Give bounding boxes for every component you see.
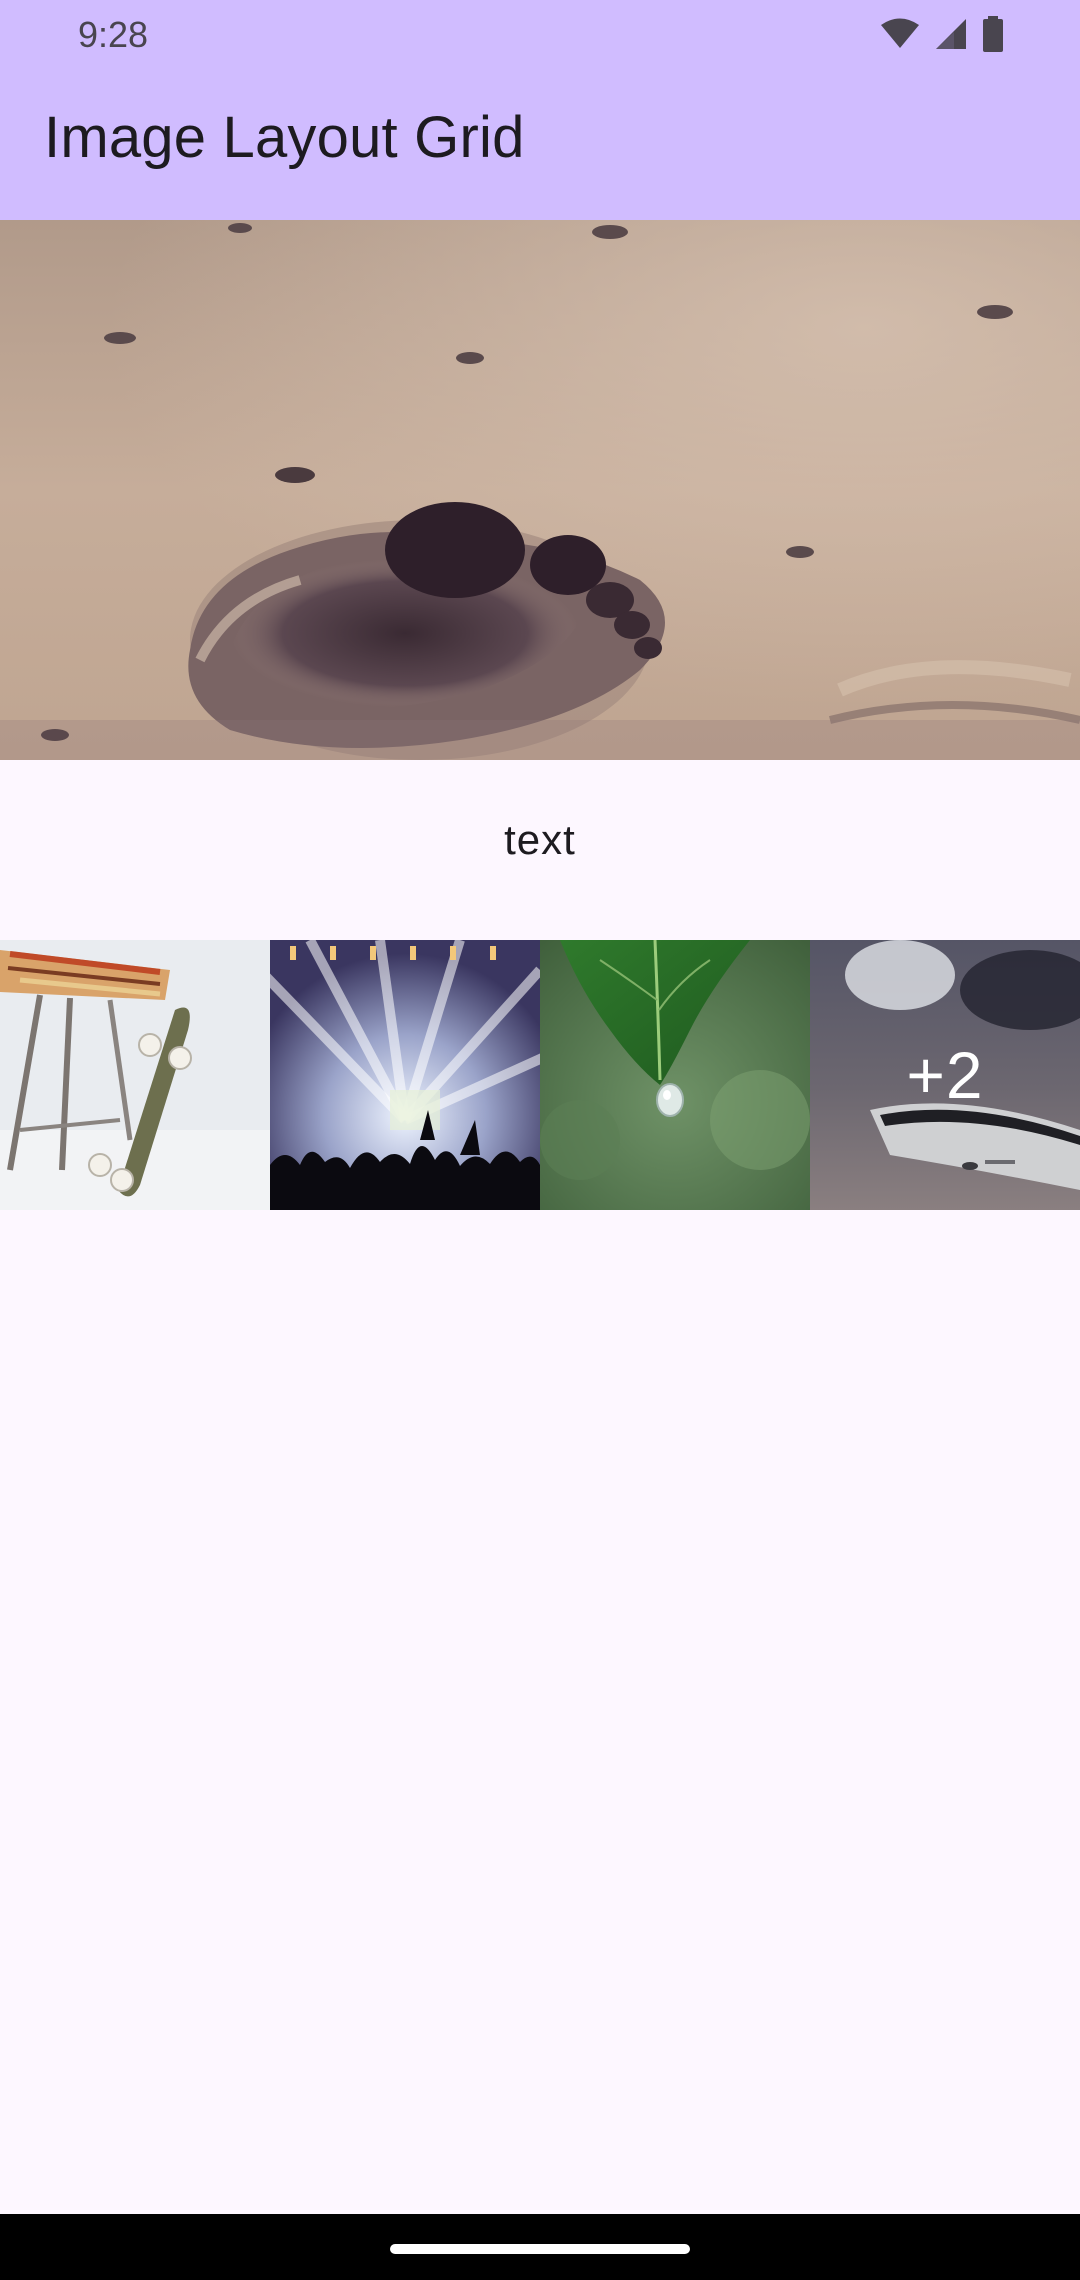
image-caption: text — [504, 816, 576, 863]
thumbnail-4[interactable]: +2 — [810, 940, 1080, 1210]
status-time: 9:28 — [78, 14, 149, 55]
thumbnail-1[interactable] — [0, 940, 270, 1210]
hero-image[interactable] — [0, 220, 1080, 760]
more-count-overlay[interactable]: +2 — [810, 940, 1080, 1210]
status-icons — [880, 16, 1004, 52]
signal-icon — [936, 19, 966, 49]
thumbnail-row: +2 — [0, 940, 1080, 1210]
top-app-bar: 9:28 Image Layout Grid — [0, 0, 1080, 220]
leaf-drop-image — [540, 940, 810, 1210]
navigation-bar — [0, 2214, 1080, 2280]
footprint-sand-image — [0, 220, 1080, 760]
status-bar: 9:28 — [0, 0, 1080, 68]
battery-icon — [983, 16, 1003, 52]
thumbnail-2[interactable] — [270, 940, 540, 1210]
thumbnail-3[interactable] — [540, 940, 810, 1210]
home-indicator[interactable] — [390, 2244, 690, 2254]
wifi-icon — [881, 18, 919, 48]
skateboard-image — [0, 940, 270, 1210]
app-title: Image Layout Grid — [44, 105, 525, 170]
app-root: 9:28 Image Layout Grid text +2 — [0, 0, 1080, 2280]
concert-image — [270, 940, 540, 1210]
